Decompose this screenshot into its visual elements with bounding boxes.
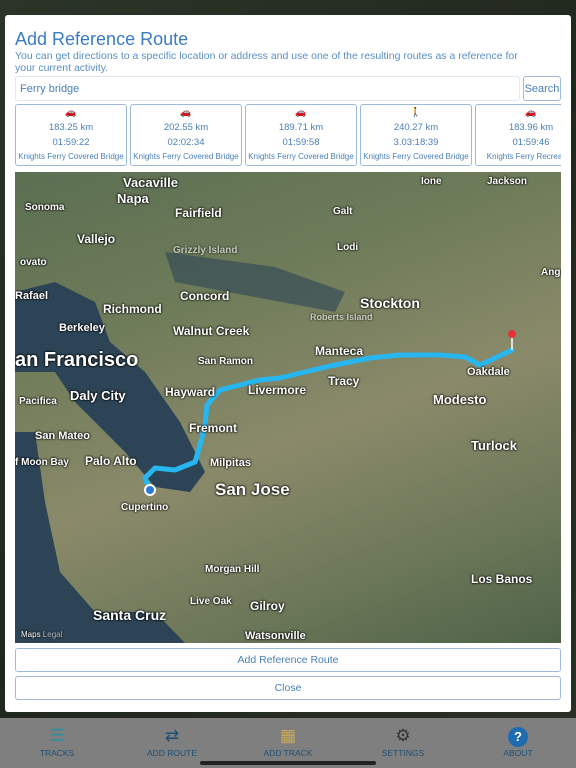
tab-settings[interactable]: ⚙ SETTINGS: [353, 718, 453, 758]
search-input[interactable]: Ferry bridge: [15, 76, 520, 101]
map-place-label: Vallejo: [77, 232, 116, 246]
map-place-label: Livermore: [248, 383, 307, 397]
map-place-label: an Francisco: [15, 349, 139, 371]
route-time: 01:59:58: [282, 137, 320, 148]
destination-pin: [508, 330, 516, 338]
route-time: 3.03:18:39: [393, 137, 439, 148]
dialog-title: Add Reference Route: [15, 29, 189, 49]
map-place-label: Los Banos: [471, 572, 533, 586]
map-place-label: Daly City: [70, 388, 126, 403]
route-card[interactable]: 🚗 189.71 km 01:59:58 Knights Ferry Covered …: [245, 104, 357, 166]
map-place-label: Jackson: [487, 176, 528, 187]
map-place-label: Ang: [541, 267, 561, 278]
map-place-label: Stockton: [360, 295, 420, 311]
route-distance: 183.96 km: [508, 122, 554, 133]
route-cards[interactable]: 🚗 183.25 km 01:59:22 Knights Ferry Covered …: [15, 104, 561, 166]
map-place-label: Modesto: [433, 392, 487, 407]
map-place-label: Richmond: [103, 302, 162, 316]
map-place-label: Gilroy: [250, 599, 285, 613]
tab-label: SETTINGS: [381, 748, 425, 758]
map-place-label: Pacifica: [19, 396, 57, 407]
start-marker: [144, 484, 156, 496]
map-place-label: Lodi: [337, 242, 359, 253]
map-place-label: f Moon Bay: [15, 457, 69, 468]
map-place-label: San Jose: [215, 480, 290, 499]
map-place-label: Vacaville: [123, 175, 178, 190]
map-place-label: Hayward: [165, 385, 216, 399]
tab-label: ADD ROUTE: [146, 748, 198, 758]
route-time: 01:59:22: [52, 137, 90, 148]
map-place-label: Milpitas: [210, 457, 251, 469]
route-time: 02:02:34: [167, 137, 205, 148]
search-button[interactable]: Search: [523, 76, 561, 101]
map-place-label: San Ramon: [198, 356, 254, 367]
route-name: Knights Ferry Recreation: [486, 152, 561, 161]
map-place-label: Watsonville: [245, 630, 306, 642]
car-icon: 🚗: [295, 107, 307, 117]
list-icon: ☰: [49, 726, 65, 745]
route-distance: 189.71 km: [278, 122, 324, 133]
map-place-label: Grizzly Island: [173, 245, 238, 256]
map-place-label: Cupertino: [121, 502, 169, 513]
map-place-label: San Mateo: [35, 430, 91, 442]
route-card[interactable]: 🚗 183.25 km 01:59:22 Knights Ferry Covered …: [15, 104, 127, 166]
map-place-label: Turlock: [471, 438, 517, 453]
tab-label: ADD TRACK: [263, 748, 313, 758]
map-place-label: Santa Cruz: [93, 607, 167, 623]
walking-icon: 🚶: [410, 107, 422, 117]
route-map[interactable]: Vacaville Napa Sonoma Fairfield Vallejo Grizz…: [15, 172, 561, 643]
route-name: Knights Ferry Covered Bridge: [133, 152, 239, 161]
map-place-label: Ione: [421, 176, 442, 187]
map-place-label: Live Oak: [190, 596, 232, 607]
tab-label: TRACKS: [39, 748, 75, 758]
map-place-label: Galt: [333, 206, 353, 217]
route-card[interactable]: 🚗 202.55 km 02:02:34 Knights Ferry Covered …: [130, 104, 242, 166]
map-place-label: Sonoma: [25, 202, 65, 213]
route-name: Knights Ferry Covered Bridge: [363, 152, 469, 161]
route-distance: 202.55 km: [163, 122, 209, 133]
route-name: Knights Ferry Covered Bridge: [248, 152, 354, 161]
map-place-label: Palo Alto: [85, 454, 137, 468]
tab-add-track[interactable]: ▦ ADD TRACK: [238, 718, 338, 758]
map-place-label: Fremont: [189, 421, 237, 435]
map-place-label: Manteca: [315, 344, 364, 358]
map-place-label: Walnut Creek: [173, 324, 250, 338]
home-indicator: [200, 761, 376, 765]
map-place-label: Napa: [117, 191, 149, 206]
delta-water: [165, 252, 345, 312]
map-place-label: Rafael: [15, 290, 49, 302]
add-reference-route-dialog: Add Reference Route You can get directio…: [5, 15, 571, 712]
car-icon: 🚗: [180, 107, 192, 117]
route-distance: 183.25 km: [48, 122, 94, 133]
gear-icon: ⚙: [395, 726, 411, 745]
tab-tracks[interactable]: ☰ TRACKS: [7, 718, 107, 758]
map-place-label: Morgan Hill: [205, 564, 260, 575]
map-place-label: Concord: [180, 289, 230, 303]
map-place-label: Oakdale: [467, 366, 510, 378]
tab-about[interactable]: ? ABOUT: [468, 718, 568, 758]
car-icon: 🚗: [525, 107, 537, 117]
help-icon: ?: [468, 724, 568, 748]
dialog-description: You can get directions to a specific loc…: [15, 50, 518, 74]
route-card[interactable]: 🚶 240.27 km 3.03:18:39 Knights Ferry Covere…: [360, 104, 472, 166]
route-card[interactable]: 🚗 183.96 km 01:59:46 Knights Ferry Recreati…: [475, 104, 561, 166]
map-place-label: Roberts Island: [310, 312, 373, 322]
arrows-icon: ⇄: [164, 726, 180, 745]
route-name: Knights Ferry Covered Bridge: [18, 152, 124, 161]
map-place-label: Berkeley: [59, 322, 105, 334]
map-place-label: Tracy: [328, 374, 360, 388]
tab-add-route[interactable]: ⇄ ADD ROUTE: [122, 718, 222, 758]
route-distance: 240.27 km: [393, 122, 439, 133]
close-button[interactable]: Close: [15, 676, 561, 700]
map-place-label: Fairfield: [175, 206, 222, 220]
map-place-label: ovato: [20, 257, 47, 268]
map-icon: ▦: [279, 726, 297, 745]
add-reference-route-button[interactable]: Add Reference Route: [15, 648, 561, 672]
route-time: 01:59:46: [512, 137, 550, 148]
car-icon: 🚗: [65, 107, 77, 117]
maps-attribution: Maps Legal: [21, 630, 63, 639]
tab-label: ABOUT: [503, 748, 533, 758]
